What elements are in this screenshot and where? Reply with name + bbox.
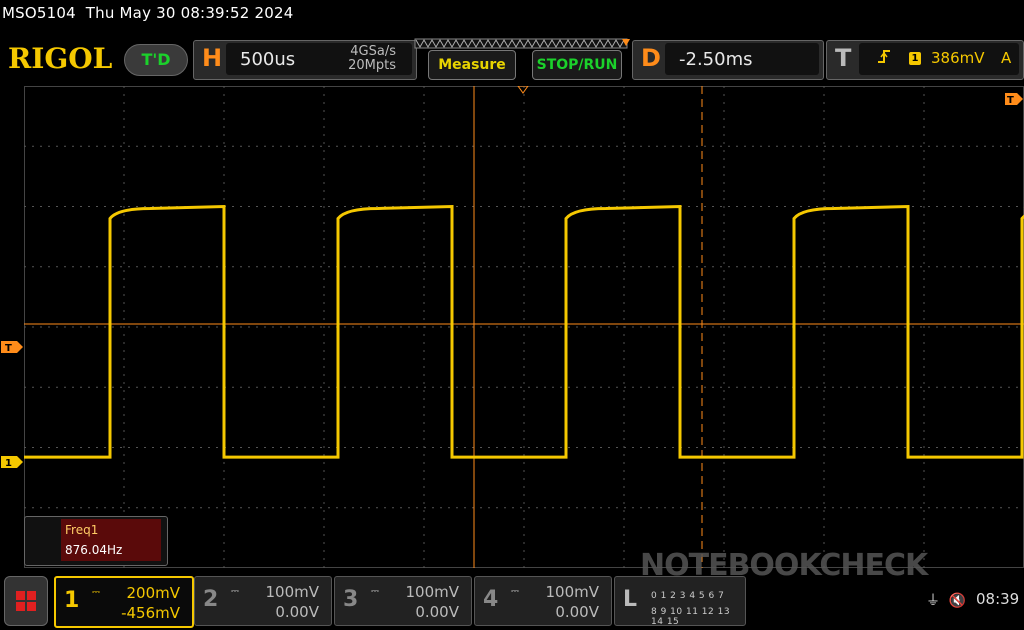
- logic-row-high: 8 9 10 11 12 13 14 15: [651, 607, 731, 627]
- channel3-offset: 0.00V: [415, 603, 459, 621]
- channel1-marker-label: 1: [5, 458, 12, 469]
- memory-depth: 20Mpts: [348, 58, 396, 73]
- measurement-panel[interactable]: Freq1 876.04Hz: [24, 516, 168, 566]
- channel1-offset: -456mV: [121, 604, 180, 622]
- channel3-panel[interactable]: 3 ⎓ 100mV 0.00V: [334, 576, 472, 626]
- horizontal-letter: H: [202, 44, 223, 72]
- channel1-panel[interactable]: 1 ⎓ 200mV -456mV: [54, 576, 194, 628]
- channel4-scale: 100mV: [545, 583, 599, 601]
- horizontal-inner: 500us 4GSa/s 20Mpts: [226, 43, 412, 75]
- logic-row-low: 0 1 2 3 4 5 6 7: [651, 591, 725, 601]
- trigger-inner: 1 386mV A: [859, 43, 1019, 75]
- trigger-mode: A: [1001, 49, 1012, 67]
- title-bar: MSO5104 Thu May 30 08:39:52 2024: [2, 4, 294, 22]
- waveform-display[interactable]: [24, 86, 1024, 568]
- measurement-item: Freq1 876.04Hz: [61, 519, 161, 561]
- rising-edge-icon: [877, 48, 891, 68]
- channel1-number: 1: [64, 588, 80, 613]
- measurement-value: 876.04Hz: [65, 543, 123, 557]
- menu-button[interactable]: [4, 576, 48, 626]
- rigol-logo: RIGOL: [8, 42, 113, 75]
- logic-panel[interactable]: L 0 1 2 3 4 5 6 7 8 9 10 11 12 13 14 15: [614, 576, 746, 627]
- channel3-coupling-icon: ⎓: [371, 586, 379, 597]
- channel2-scale: 100mV: [265, 583, 319, 601]
- muted-speaker-icon[interactable]: 🔇: [949, 593, 966, 609]
- trigger-panel[interactable]: T 1 386mV A: [826, 40, 1024, 80]
- delay-panel[interactable]: D -2.50ms: [632, 40, 824, 80]
- header-bar: RIGOL T'D H 500us 4GSa/s 20Mpts Measure …: [0, 36, 1024, 82]
- measurement-name: Freq1: [65, 523, 99, 537]
- channel1-scale: 200mV: [126, 584, 180, 602]
- trigger-level-marker[interactable]: T: [0, 340, 24, 354]
- sample-info: 4GSa/s 20Mpts: [348, 45, 396, 73]
- horizontal-panel[interactable]: H 500us 4GSa/s 20Mpts: [193, 40, 417, 80]
- channel4-number: 4: [483, 587, 499, 612]
- sample-rate: 4GSa/s: [350, 44, 396, 59]
- channel2-coupling-icon: ⎓: [231, 586, 239, 597]
- clock: 08:39: [976, 590, 1020, 608]
- channel3-number: 3: [343, 587, 359, 612]
- channel2-panel[interactable]: 2 ⎓ 100mV 0.00V: [194, 576, 332, 626]
- channel4-panel[interactable]: 4 ⎓ 100mV 0.00V: [474, 576, 612, 626]
- mode-badge[interactable]: T'D: [124, 44, 188, 76]
- bottom-bar: 1 ⎓ 200mV -456mV 2 ⎓ 100mV 0.00V 3 ⎓ 100…: [0, 572, 1024, 630]
- delay-value: -2.50ms: [679, 49, 753, 70]
- channel2-offset: 0.00V: [275, 603, 319, 621]
- memory-position-bar: [414, 38, 630, 49]
- channel4-offset: 0.00V: [555, 603, 599, 621]
- delay-inner: -2.50ms: [665, 43, 819, 75]
- channel4-coupling-icon: ⎓: [511, 586, 519, 597]
- delay-letter: D: [641, 44, 661, 72]
- trigger-letter: T: [835, 44, 852, 72]
- trigger-source: 1: [909, 52, 921, 65]
- grid-menu-icon: [16, 591, 36, 611]
- trigger-level: 386mV: [931, 49, 985, 67]
- stop-run-button[interactable]: STOP/RUN: [532, 50, 622, 80]
- channel1-offset-marker[interactable]: 1: [0, 455, 24, 469]
- status-icons: ⏚ 🔇: [926, 590, 966, 610]
- timebase-value: 500us: [240, 49, 296, 70]
- right-trigger-marker-label: T: [1007, 95, 1014, 106]
- channel3-scale: 100mV: [405, 583, 459, 601]
- trigger-offscreen-marker: T: [1005, 93, 1023, 106]
- usb-icon[interactable]: ⏚: [926, 593, 940, 609]
- channel1-coupling-icon: ⎓: [92, 587, 100, 598]
- datetime: Thu May 30 08:39:52 2024: [85, 4, 294, 22]
- trigger-marker-label: T: [5, 343, 12, 354]
- measure-button[interactable]: Measure: [428, 50, 516, 80]
- model-name: MSO5104: [2, 4, 76, 22]
- channel2-number: 2: [203, 587, 219, 612]
- logic-letter: L: [623, 587, 638, 612]
